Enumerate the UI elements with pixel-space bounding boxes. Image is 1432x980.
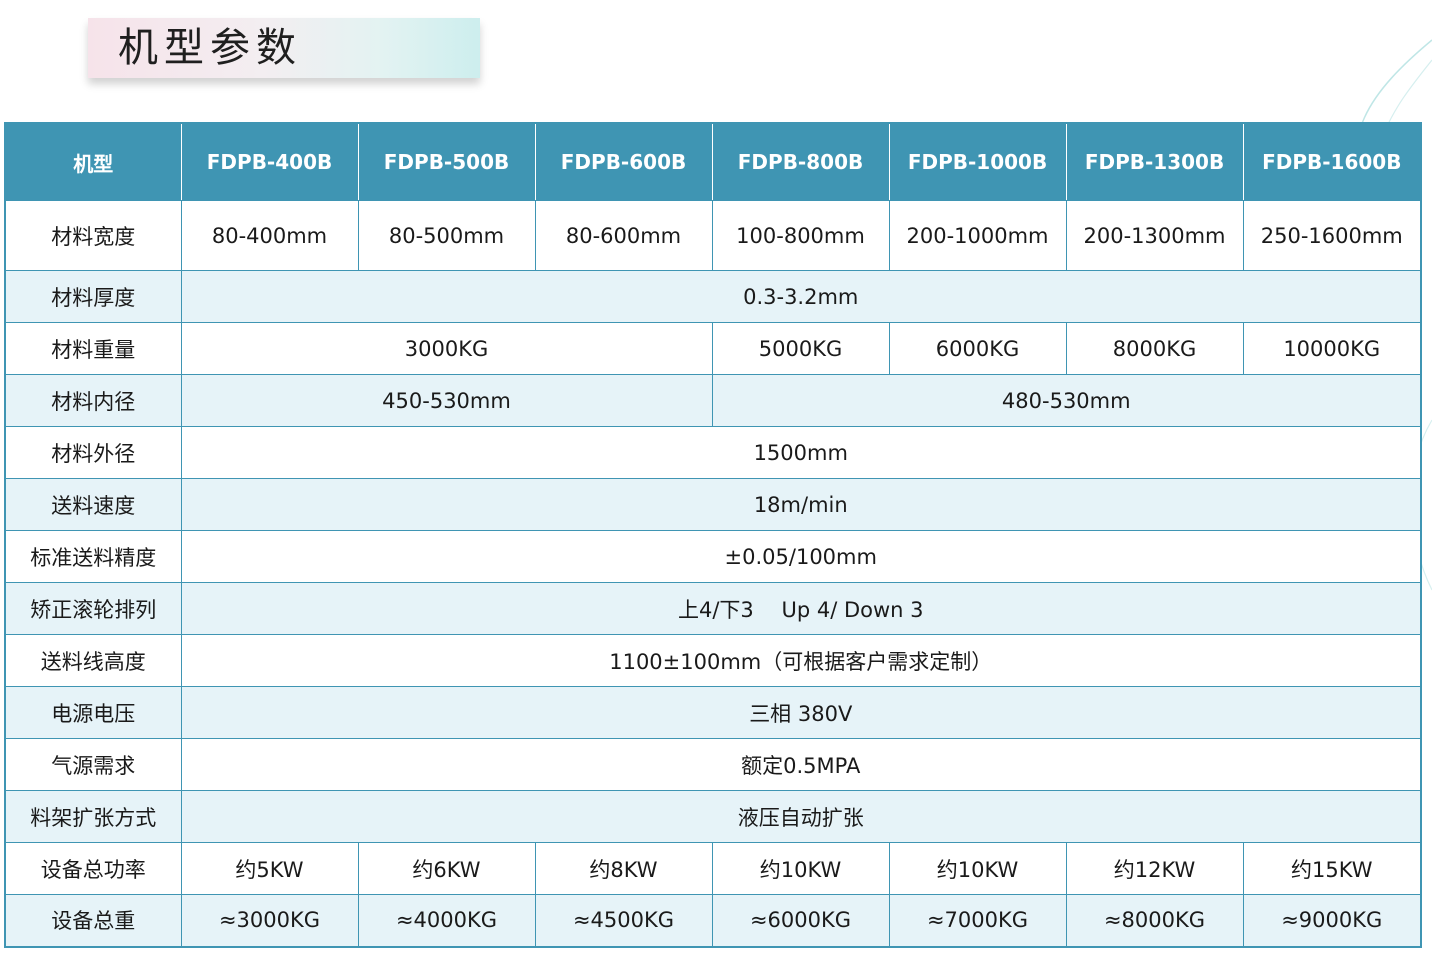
header-model: 机型 xyxy=(5,122,182,201)
table-cell: ≈7000KG xyxy=(888,894,1067,947)
table-cell: 200-1300mm xyxy=(1065,200,1244,271)
row-outer-diameter: 材料外径 1500mm xyxy=(4,426,1422,479)
row-label: 送料速度 xyxy=(4,478,182,531)
row-roller-arrangement: 矫正滚轮排列 上4/下3 Up 4/ Down 3 xyxy=(4,582,1422,635)
header-row: 机型 FDPB-400B FDPB-500B FDPB-600B FDPB-80… xyxy=(5,122,1421,201)
row-label: 电源电压 xyxy=(4,686,182,739)
table-cell: ≈3000KG xyxy=(180,894,359,947)
row-total-weight: 设备总重 ≈3000KG ≈4000KG ≈4500KG ≈6000KG ≈70… xyxy=(4,894,1422,947)
table-cell: 80-500mm xyxy=(357,200,536,271)
row-label: 料架扩张方式 xyxy=(4,790,182,843)
header-model-400b: FDPB-400B xyxy=(180,122,359,201)
table-cell: 约10KW xyxy=(888,842,1067,895)
table-cell: ≈8000KG xyxy=(1065,894,1244,947)
table-cell: 三相 380V xyxy=(180,686,1422,739)
page-title: 机型参数 xyxy=(118,25,302,71)
table-cell: 6000KG xyxy=(888,322,1067,375)
table-cell: 8000KG xyxy=(1065,322,1244,375)
table-cell: 480-530mm xyxy=(711,374,1422,427)
row-feed-speed: 送料速度 18m/min xyxy=(4,478,1422,531)
row-label: 材料外径 xyxy=(4,426,182,479)
table-cell: 10000KG xyxy=(1242,322,1422,375)
header-model-1300b: FDPB-1300B xyxy=(1065,122,1244,201)
table-cell: 约15KW xyxy=(1242,842,1422,895)
table-cell: 约5KW xyxy=(180,842,359,895)
table-cell: 1100±100mm（可根据客户需求定制） xyxy=(180,634,1422,687)
table-cell: ≈4500KG xyxy=(534,894,713,947)
row-feed-accuracy: 标准送料精度 ±0.05/100mm xyxy=(4,530,1422,583)
header-model-800b: FDPB-800B xyxy=(711,122,890,201)
header-model-1600b: FDPB-1600B xyxy=(1242,122,1421,201)
row-power-voltage: 电源电压 三相 380V xyxy=(4,686,1422,739)
row-label: 材料重量 xyxy=(4,322,182,375)
table-cell: 约10KW xyxy=(711,842,890,895)
header-model-500b: FDPB-500B xyxy=(357,122,536,201)
row-label: 材料内径 xyxy=(4,374,182,427)
table-cell: 液压自动扩张 xyxy=(180,790,1422,843)
row-expansion-method: 料架扩张方式 液压自动扩张 xyxy=(4,790,1422,843)
table-cell: 上4/下3 Up 4/ Down 3 xyxy=(180,582,1422,635)
row-material-width: 材料宽度 80-400mm 80-500mm 80-600mm 100-800m… xyxy=(4,200,1422,271)
table-cell: 约8KW xyxy=(534,842,713,895)
table-cell: 80-400mm xyxy=(180,200,359,271)
table-cell: ≈9000KG xyxy=(1242,894,1422,947)
row-label: 矫正滚轮排列 xyxy=(4,582,182,635)
table-cell: 250-1600mm xyxy=(1242,200,1422,271)
row-air-supply: 气源需求 额定0.5MPA xyxy=(4,738,1422,791)
table-cell: ≈6000KG xyxy=(711,894,890,947)
header-model-600b: FDPB-600B xyxy=(534,122,713,201)
row-label: 设备总功率 xyxy=(4,842,182,895)
spec-table: 机型 FDPB-400B FDPB-500B FDPB-600B FDPB-80… xyxy=(4,122,1422,948)
table-cell: 200-1000mm xyxy=(888,200,1067,271)
row-label: 标准送料精度 xyxy=(4,530,182,583)
table-cell: ≈4000KG xyxy=(357,894,536,947)
table-cell: 约6KW xyxy=(357,842,536,895)
row-material-thickness: 材料厚度 0.3-3.2mm xyxy=(4,270,1422,323)
table-cell: 0.3-3.2mm xyxy=(180,270,1422,323)
table-cell: 额定0.5MPA xyxy=(180,738,1422,791)
header-model-1000b: FDPB-1000B xyxy=(888,122,1067,201)
row-inner-diameter: 材料内径 450-530mm 480-530mm xyxy=(4,374,1422,427)
table-cell: 3000KG xyxy=(180,322,713,375)
table-cell: 约12KW xyxy=(1065,842,1244,895)
table-cell: 100-800mm xyxy=(711,200,890,271)
table-cell: 450-530mm xyxy=(180,374,713,427)
table-cell: 80-600mm xyxy=(534,200,713,271)
row-label: 气源需求 xyxy=(4,738,182,791)
row-feed-line-height: 送料线高度 1100±100mm（可根据客户需求定制） xyxy=(4,634,1422,687)
row-label: 材料厚度 xyxy=(4,270,182,323)
row-total-power: 设备总功率 约5KW 约6KW 约8KW 约10KW 约10KW 约12KW 约… xyxy=(4,842,1422,895)
row-label: 设备总重 xyxy=(4,894,182,947)
table-cell: 1500mm xyxy=(180,426,1422,479)
row-label: 材料宽度 xyxy=(4,200,182,271)
row-label: 送料线高度 xyxy=(4,634,182,687)
table-cell: 5000KG xyxy=(711,322,890,375)
row-material-weight: 材料重量 3000KG 5000KG 6000KG 8000KG 10000KG xyxy=(4,322,1422,375)
table-cell: ±0.05/100mm xyxy=(180,530,1422,583)
table-cell: 18m/min xyxy=(180,478,1422,531)
